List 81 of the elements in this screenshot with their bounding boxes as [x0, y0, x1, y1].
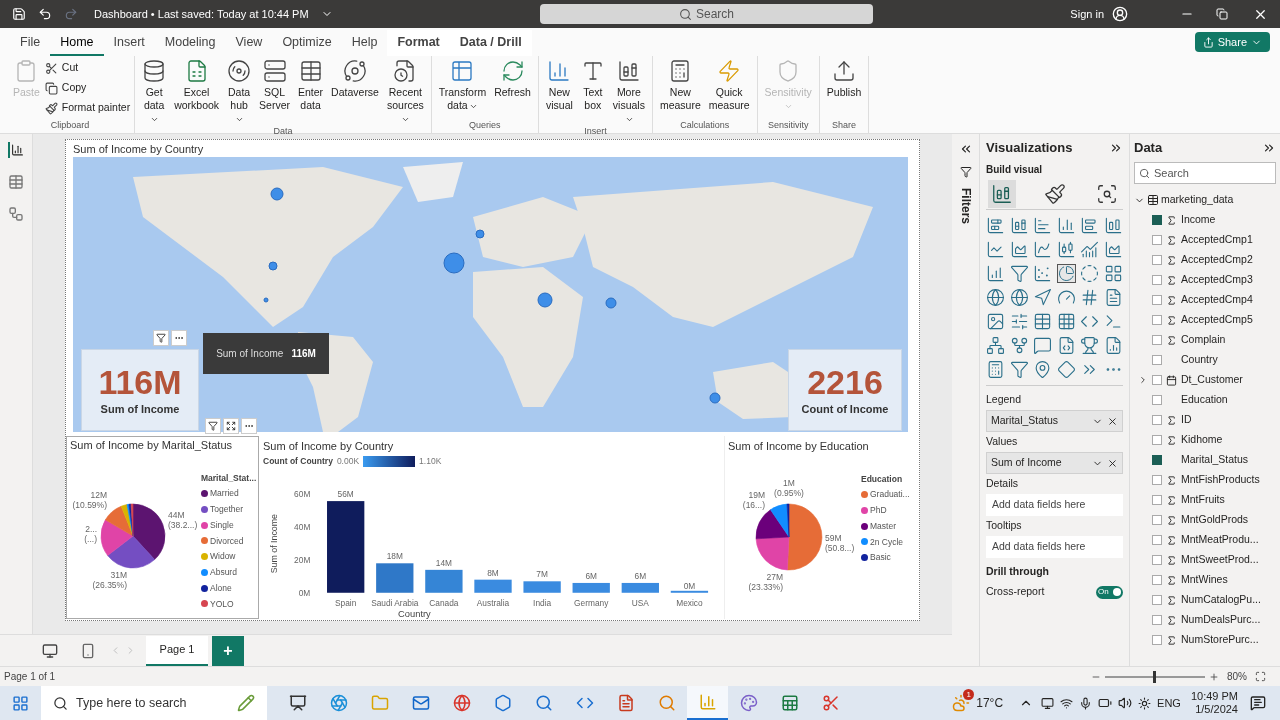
tooltip-label: Sum of Income — [216, 347, 284, 361]
data-label: 19M (16...) — [742, 489, 765, 510]
file-title: Dashboard • Last saved: Today at 10:44 PM — [94, 6, 309, 22]
data-label: 44M (38.2...) — [168, 509, 198, 530]
axis-tick-label: 40M — [294, 521, 311, 532]
axis-tick-label: Australia — [476, 597, 510, 608]
page-info: Page 1 of 1 — [4, 670, 56, 684]
group-label: Calculations — [679, 119, 731, 132]
well-label: Values — [986, 434, 1019, 450]
group-label: Data — [272, 125, 294, 138]
group-label: Clipboard — [49, 119, 91, 132]
legend-title: Education — [861, 472, 904, 486]
group-label: Queries — [468, 119, 502, 132]
visual-title: Sum of Income by Marital_Status — [69, 438, 233, 453]
group-label: Share — [831, 119, 858, 132]
data-label: 59M (50.8...) — [825, 532, 855, 553]
section-label: Build visual — [986, 163, 1044, 177]
pane-title: Data — [1134, 139, 1163, 158]
legend-title: Marital_Stat... — [201, 471, 257, 485]
well-label: Tooltips — [986, 518, 1023, 534]
data-label: 7M — [536, 569, 548, 580]
card-label: Count of Income — [801, 401, 889, 417]
data-label: 12M (10.59%) — [72, 489, 107, 510]
group-label: Insert — [583, 125, 608, 138]
visual-title: Sum of Income by Education — [727, 439, 870, 454]
legend-label: Alone — [210, 581, 232, 595]
data-label: 6M — [585, 570, 597, 581]
well-label: Details — [986, 476, 1020, 492]
zoom-value: 80% — [1227, 670, 1247, 684]
data-label: 6M — [634, 570, 647, 581]
color-scale-title: Count of Country — [263, 455, 333, 469]
data-label: 18M — [386, 551, 403, 562]
axis-title: Sum of Income — [268, 513, 279, 574]
axis-tick-label: 20M — [294, 554, 311, 565]
visual-title: Sum of Income by Country — [263, 439, 395, 454]
axis-tick-label: Canada — [429, 597, 459, 608]
tooltip-value: 116M — [291, 347, 316, 361]
legend-label: Master — [870, 519, 896, 533]
data-label: 1M (0.95%) — [774, 477, 804, 498]
temperature: 17°C — [976, 695, 1004, 712]
data-label: 31M (26.35%) — [92, 569, 127, 590]
legend-label: Single — [210, 518, 234, 532]
legend-label: Divorced — [210, 534, 244, 548]
axis-tick-label: Saudi Arabia — [371, 597, 419, 608]
axis-tick-label: 60M — [294, 489, 311, 500]
axis-tick-label: Germany — [574, 597, 609, 608]
axis-tick-label: India — [533, 597, 552, 608]
notification-badge: 1 — [963, 689, 975, 700]
clock-time: 10:49 PM — [1190, 690, 1238, 703]
data-label: 56M — [337, 488, 354, 499]
card-value: 116M — [98, 362, 182, 401]
axis-tick-label: Mexico — [676, 597, 703, 608]
legend-label: Widow — [210, 550, 236, 563]
toggle-label: Cross-report — [986, 584, 1045, 600]
group-label: Sensitivity — [766, 119, 810, 132]
axis-tick-label: Spain — [335, 597, 357, 608]
well-label: Legend — [986, 392, 1023, 408]
section-label: Drill through — [986, 564, 1050, 580]
data-label: 27M (23.33%) — [748, 571, 783, 592]
legend-label: Graduati... — [870, 488, 910, 501]
color-scale-max: 1.10K — [419, 455, 442, 469]
legend-label: Married — [210, 487, 239, 500]
axis-tick-label: 0M — [298, 587, 311, 598]
legend-label: Basic — [870, 551, 891, 564]
data-label: 0M — [683, 580, 696, 591]
card-value: 2216 — [807, 362, 883, 401]
clock-date: 1/5/2024 — [1195, 703, 1238, 716]
axis-title: Country — [398, 609, 431, 619]
data-label: 2... (...) — [84, 523, 97, 544]
legend-label: Absurd — [210, 566, 237, 579]
legend-label: YOLO — [210, 597, 234, 611]
data-label: 8M — [487, 567, 499, 578]
data-label: 14M — [435, 557, 452, 568]
pane-title: Visualizations — [986, 139, 1073, 158]
card-label: Sum of Income — [100, 401, 180, 417]
axis-tick-label: USA — [631, 597, 649, 608]
legend-label: PhD — [870, 504, 887, 517]
visual-title: Sum of Income by Country — [73, 142, 205, 157]
legend-label: Together — [210, 503, 244, 516]
legend-label: 2n Cycle — [870, 535, 904, 549]
color-scale-min: 0.00K — [336, 455, 360, 469]
